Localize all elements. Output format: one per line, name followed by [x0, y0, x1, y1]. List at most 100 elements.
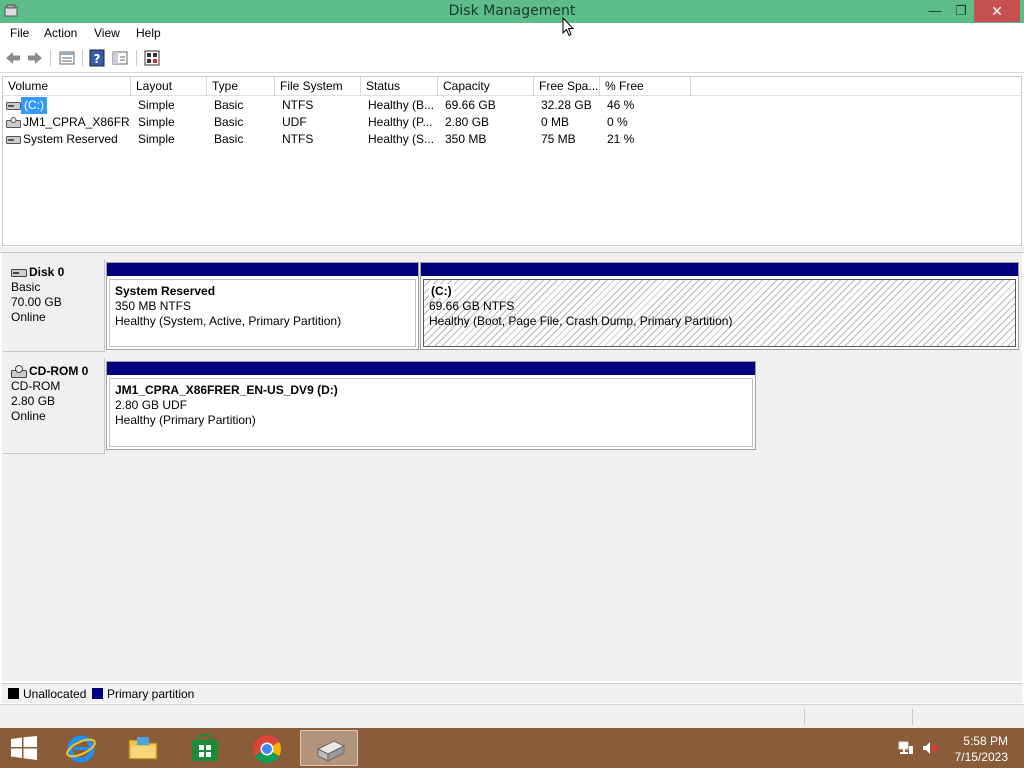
chrome-button[interactable] [238, 730, 296, 766]
partition-title: JM1_CPRA_X86FRER_EN-US_DV9 (D:) [115, 383, 338, 397]
legend-primary-partition: Primary partition [107, 687, 195, 701]
volume-muted-icon[interactable] [922, 740, 938, 756]
internet-explorer-button[interactable] [52, 730, 110, 766]
volume-status: Healthy (P... [368, 115, 433, 129]
disk-management-icon [316, 740, 346, 762]
partition-size: 69.66 GB NTFS [429, 299, 515, 313]
volume-type: Basic [214, 132, 244, 146]
volume-capacity: 69.66 GB [445, 98, 496, 112]
taskbar: 5:58 PM 7/15/2023 [0, 728, 1024, 768]
volume-name[interactable]: JM1_CPRA_X86FR... [23, 114, 131, 131]
column-percent-free[interactable]: % Free [600, 77, 691, 96]
disk-kind: CD-ROM [11, 379, 61, 393]
volume-capacity: 2.80 GB [445, 115, 490, 129]
file-explorer-button[interactable] [114, 730, 172, 766]
volume-type: Basic [214, 98, 244, 112]
legend-unallocated: Unallocated [23, 687, 87, 701]
menu-file[interactable]: File [10, 26, 29, 40]
properties-icon[interactable] [58, 49, 76, 67]
menu-bar: File Action View Help [0, 23, 1024, 44]
window-title: Disk Management [448, 3, 576, 19]
partition-status: Healthy (Primary Partition) [115, 413, 256, 427]
disk-size: 70.00 GB [11, 295, 62, 309]
partition-status: Healthy (Boot, Page File, Crash Dump, Pr… [429, 314, 733, 328]
volume-free-space: 32.28 GB [541, 98, 592, 112]
disk-graphical-view: Disk 0 Basic 70.00 GB Online System Rese… [2, 253, 1022, 681]
partition-title: System Reserved [115, 284, 216, 298]
toolbar-separator [82, 50, 83, 66]
help-icon[interactable]: ? [88, 49, 106, 67]
network-icon[interactable] [898, 740, 914, 756]
disk-0-label[interactable]: Disk 0 Basic 70.00 GB Online [3, 259, 105, 352]
volume-file-system: NTFS [282, 98, 314, 112]
volume-name[interactable]: System Reserved [23, 131, 118, 148]
volume-layout: Simple [138, 98, 175, 112]
system-clock[interactable]: 5:58 PM 7/15/2023 [955, 733, 1008, 765]
clock-time: 5:58 PM [963, 734, 1008, 748]
partition-size: 350 MB NTFS [115, 299, 192, 313]
disk-management-taskbar-button[interactable] [300, 730, 358, 766]
primary-partition-bar [107, 263, 418, 276]
column-layout[interactable]: Layout [131, 77, 207, 96]
column-free-space[interactable]: Free Spa... [534, 77, 600, 96]
volume-status: Healthy (B... [368, 98, 435, 112]
volume-percent-free: 46 % [607, 98, 635, 112]
disk-size: 2.80 GB [11, 394, 56, 408]
column-status[interactable]: Status [361, 77, 438, 96]
store-button[interactable] [176, 730, 234, 766]
partition-title: (C:) [429, 284, 454, 298]
volume-capacity: 350 MB [445, 132, 487, 146]
menu-view[interactable]: View [94, 26, 120, 40]
volume-layout: Simple [138, 132, 175, 146]
close-button[interactable]: ✕ [974, 0, 1020, 22]
store-icon [192, 734, 218, 761]
svg-text:?: ? [94, 52, 101, 66]
partition-c-drive[interactable]: (C:) 69.66 GB NTFS Healthy (Boot, Page F… [420, 262, 1019, 350]
volume-percent-free: 0 % [607, 115, 628, 129]
column-file-system[interactable]: File System [275, 77, 361, 96]
primary-partition-bar [421, 263, 1018, 276]
status-separator [912, 709, 913, 725]
title-bar[interactable]: Disk Management — ❐ ✕ [0, 0, 1024, 23]
column-volume[interactable]: Volume [3, 77, 131, 96]
table-row[interactable]: (C:) Simple Basic NTFS Healthy (B... 69.… [3, 97, 1021, 114]
volume-list[interactable]: Volume Layout Type File System Status Ca… [2, 76, 1022, 246]
partition-system-reserved[interactable]: System Reserved 350 MB NTFS Healthy (Sys… [106, 262, 419, 350]
table-row[interactable]: System Reserved Simple Basic NTFS Health… [3, 131, 1021, 148]
partition-status: Healthy (System, Active, Primary Partiti… [115, 314, 342, 328]
console-tree-icon[interactable] [111, 49, 129, 67]
status-bar [0, 704, 1024, 728]
volume-free-space: 0 MB [541, 115, 570, 129]
cdrom-icon [11, 365, 27, 378]
column-capacity[interactable]: Capacity [438, 77, 534, 96]
volume-file-system: NTFS [282, 132, 314, 146]
volume-type: Basic [214, 115, 244, 129]
disk-kind: Basic [11, 280, 41, 294]
menu-action[interactable]: Action [44, 26, 77, 40]
toolbar: ? [0, 44, 1024, 73]
partition-size: 2.80 GB UDF [115, 398, 188, 412]
mouse-cursor-icon [562, 17, 574, 37]
volume-status: Healthy (S... [368, 132, 435, 146]
settings-icon[interactable] [143, 49, 161, 67]
restore-button[interactable]: ❐ [948, 0, 974, 22]
status-separator [804, 709, 805, 725]
table-row[interactable]: JM1_CPRA_X86FR... Simple Basic UDF Healt… [3, 114, 1021, 131]
menu-help[interactable]: Help [136, 26, 161, 40]
partition-d-drive[interactable]: JM1_CPRA_X86FRER_EN-US_DV9 (D:) 2.80 GB … [106, 361, 756, 450]
legend: Unallocated Primary partition [2, 683, 1022, 703]
minimize-button[interactable]: — [922, 0, 948, 22]
volume-percent-free: 21 % [607, 132, 635, 146]
disk-name: CD-ROM 0 [29, 364, 89, 378]
back-arrow-icon[interactable] [4, 49, 22, 67]
chrome-icon [253, 735, 281, 763]
cdrom-0-label[interactable]: CD-ROM 0 CD-ROM 2.80 GB Online [3, 358, 105, 454]
volume-file-system: UDF [282, 115, 307, 129]
clock-date: 7/15/2023 [954, 750, 1008, 764]
volume-name[interactable]: (C:) [21, 97, 47, 114]
internet-explorer-icon [66, 735, 96, 763]
column-type[interactable]: Type [207, 77, 275, 96]
forward-arrow-icon[interactable] [26, 49, 44, 67]
file-explorer-icon [128, 737, 158, 760]
windows-start-icon[interactable] [10, 736, 38, 760]
